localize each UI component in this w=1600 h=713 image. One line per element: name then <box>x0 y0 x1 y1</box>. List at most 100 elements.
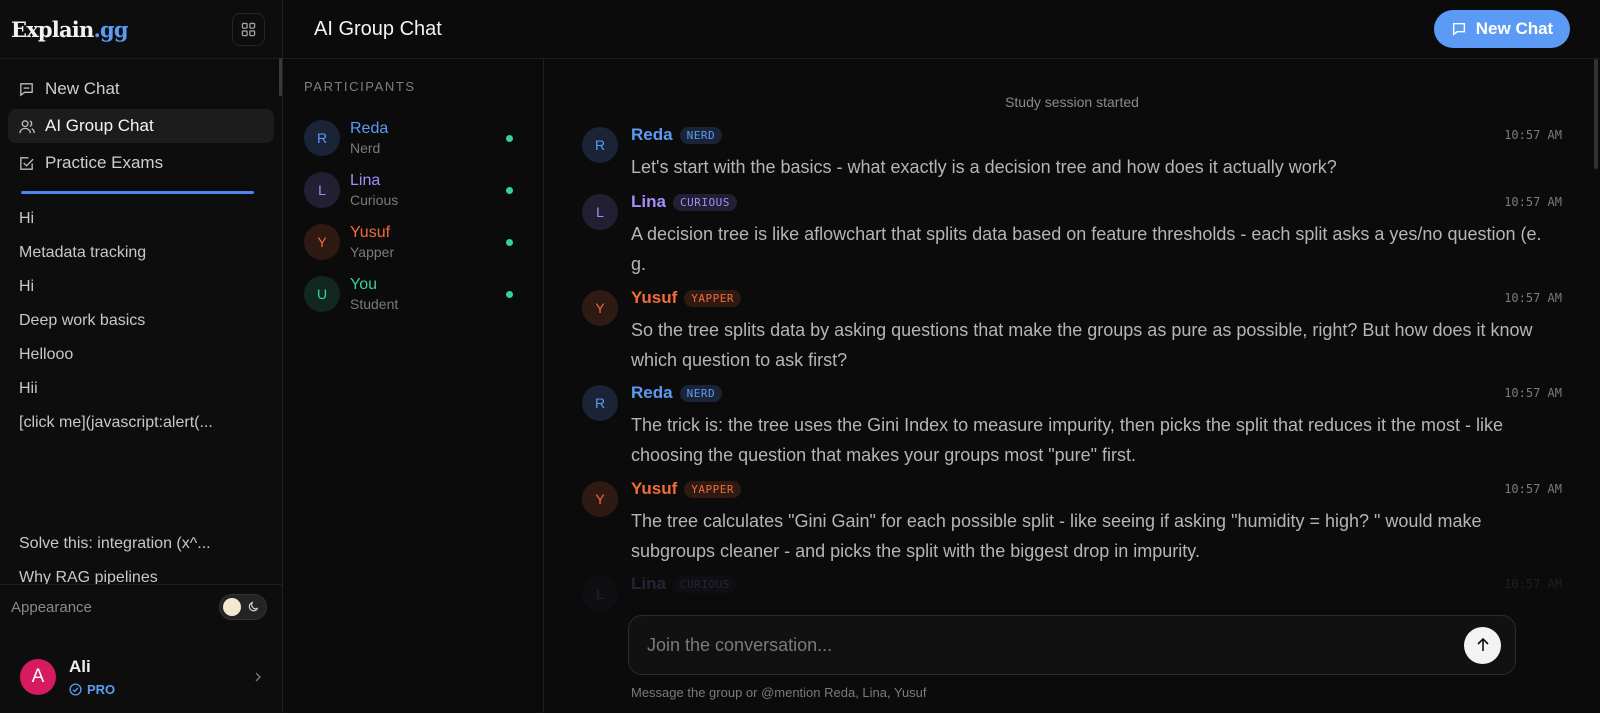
avatar: A <box>20 658 56 695</box>
participant-name: Reda <box>350 120 389 137</box>
message-input[interactable] <box>647 634 1464 656</box>
message-author: Lina <box>631 192 666 211</box>
message-avatar: Y <box>582 481 618 517</box>
history-item[interactable]: Hii <box>19 380 282 414</box>
sun-icon <box>223 598 241 616</box>
message-author: Reda <box>631 125 673 144</box>
participants-heading: PARTICIPANTS <box>304 79 416 94</box>
top-header: AI Group Chat New Chat <box>283 0 1600 59</box>
new-chat-button[interactable]: New Chat <box>1434 10 1570 48</box>
message-text: So the tree splits data by asking questi… <box>631 320 1533 370</box>
role-tag: YAPPER <box>684 480 742 498</box>
nav-item-ai-group-chat[interactable]: AI Group Chat <box>8 109 274 143</box>
send-button[interactable] <box>1464 626 1501 664</box>
history-item[interactable]: Why RAG pipelines <box>19 569 269 584</box>
appearance-row: Appearance <box>0 584 283 629</box>
history-item[interactable]: Hellooo <box>19 346 282 380</box>
participant-avatar: Y <box>304 224 340 260</box>
participant-role: Curious <box>350 192 399 208</box>
message-author: Lina <box>631 574 666 593</box>
role-tag: NERD <box>679 126 723 144</box>
session-note: Study session started <box>1005 94 1139 110</box>
sidebar-nav: New Chat AI Group Chat Practice Exams <box>0 59 282 180</box>
apps-grid-button[interactable] <box>232 12 265 46</box>
users-icon <box>18 118 36 135</box>
participant-role: Nerd <box>350 140 381 156</box>
role-tag: NERD <box>679 384 723 402</box>
history-item[interactable]: Solve this: integration (x^... <box>19 535 269 569</box>
composer-hint: Message the group or @mention Reda, Lina… <box>631 685 927 700</box>
message-avatar: L <box>582 194 618 230</box>
sidebar-scrollbar[interactable] <box>279 58 282 96</box>
participant-name: Lina <box>350 172 381 189</box>
moon-icon <box>248 601 259 612</box>
role-tag: CURIOUS <box>672 193 737 211</box>
nav-item-practice-exams[interactable]: Practice Exams <box>8 146 274 180</box>
chat-history: Hi Metadata tracking Hi Deep work basics… <box>0 194 282 448</box>
history-item[interactable]: Metadata tracking <box>19 244 282 278</box>
participant-role: Yapper <box>350 244 395 260</box>
role-tag: CURIOUS <box>672 575 737 593</box>
online-status-dot <box>506 291 513 298</box>
message-time: 10:57 AM <box>1504 577 1562 591</box>
message-time: 10:57 AM <box>1504 291 1562 305</box>
message-time: 10:57 AM <box>1504 195 1562 209</box>
participant-yusuf[interactable]: Y Yusuf Yapper <box>304 216 522 268</box>
logo[interactable]: Explain.gg <box>11 17 129 42</box>
message-avatar: Y <box>582 290 618 326</box>
theme-toggle[interactable] <box>219 594 267 620</box>
history-item[interactable]: Hi <box>19 278 282 312</box>
brand-row: Explain.gg <box>0 0 282 59</box>
sidebar: Explain.gg New Chat AI Group Chat Practi… <box>0 0 283 713</box>
message-square-icon <box>1452 22 1465 36</box>
message-text: A decision tree is like aflowchart that … <box>631 224 1542 274</box>
participant-avatar: U <box>304 276 340 312</box>
online-status-dot <box>506 187 513 194</box>
page-title: AI Group Chat <box>314 17 442 40</box>
participant-role: Student <box>350 296 399 312</box>
participants-panel: PARTICIPANTS R Reda Nerd L Lina Curious Y Yusuf… <box>283 59 544 713</box>
message-square-icon <box>18 81 36 98</box>
history-item[interactable]: Hi <box>19 210 282 244</box>
role-tag: YAPPER <box>684 289 742 307</box>
message-time: 10:57 AM <box>1504 482 1562 496</box>
message-time: 10:57 AM <box>1504 128 1562 142</box>
participant-name: You <box>350 276 377 293</box>
verified-icon <box>69 682 82 696</box>
online-status-dot <box>506 135 513 142</box>
message-text: The trick is: the tree uses the Gini Ind… <box>631 415 1504 465</box>
nav-label: New Chat <box>45 79 120 98</box>
message-composer <box>628 615 1516 675</box>
plan-badge: PRO <box>69 682 253 697</box>
message-avatar: R <box>582 127 618 163</box>
chevron-right-icon <box>255 672 261 681</box>
participant-avatar: R <box>304 120 340 156</box>
participant-name: Yusuf <box>350 224 391 241</box>
message-avatar: L <box>582 576 618 612</box>
nav-item-new-chat[interactable]: New Chat <box>8 72 274 106</box>
participant-avatar: L <box>304 172 340 208</box>
message-author: Yusuf <box>631 479 678 498</box>
participant-you[interactable]: U You Student <box>304 268 522 320</box>
chat-history-more: Solve this: integration (x^... Why RAG p… <box>19 535 269 584</box>
message-author: Yusuf <box>631 288 678 307</box>
nav-label: AI Group Chat <box>45 116 154 135</box>
history-item[interactable]: Deep work basics <box>19 312 282 346</box>
grid-icon <box>241 22 256 36</box>
arrow-up-icon <box>1476 637 1489 651</box>
history-item[interactable]: [click me](javascript:alert(... <box>19 414 282 448</box>
chat-panel: Study session started R Reda NERD 10:57 AM L… <box>544 59 1600 713</box>
user-name: Ali <box>69 656 91 676</box>
message-time: 10:57 AM <box>1504 386 1562 400</box>
checkbox-icon <box>18 155 36 172</box>
message-author: Reda <box>631 383 673 402</box>
participant-reda[interactable]: R Reda Nerd <box>304 112 522 164</box>
chat-scrollbar[interactable] <box>1594 59 1598 169</box>
message-text: Let's start with the basics - what exact… <box>631 157 1337 177</box>
message-text: The tree calculates "Gini Gain" for each… <box>631 511 1482 561</box>
nav-label: Practice Exams <box>45 153 164 172</box>
user-profile[interactable]: A Ali PRO <box>0 640 283 713</box>
participant-lina[interactable]: L Lina Curious <box>304 164 522 216</box>
message-avatar: R <box>582 385 618 421</box>
appearance-label: Appearance <box>11 598 92 616</box>
